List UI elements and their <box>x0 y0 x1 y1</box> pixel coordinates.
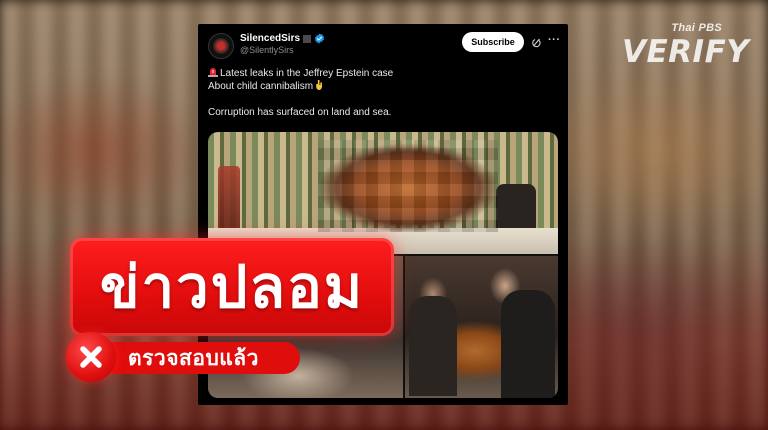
avatar[interactable] <box>208 33 234 59</box>
verified-pill: ตรวจสอบแล้ว <box>110 342 300 374</box>
fake-news-banner: ข่าวปลอม <box>70 238 394 336</box>
fake-news-headline: ข่าวปลอม <box>99 253 365 321</box>
tweet-line-2: About child cannibalism <box>208 80 558 93</box>
tweet-line-1: Latest leaks in the Jeffrey Epstein case <box>208 67 558 80</box>
logo-small-text: Thai PBS <box>671 22 722 34</box>
more-icon[interactable]: ··· <box>548 34 561 46</box>
pixelated-censor <box>318 140 498 232</box>
verified-label: ตรวจสอบแล้ว <box>128 345 259 370</box>
wine-bottle-shape <box>218 166 240 236</box>
police-light-icon <box>208 68 218 77</box>
tweet-line-2-text: About child cannibalism <box>208 81 314 92</box>
tweet-line-3: Corruption has surfaced on land and sea. <box>208 106 558 119</box>
thaipbs-verify-logo: Thai PBS VERIFY <box>622 20 749 72</box>
dark-object-shape <box>496 184 536 234</box>
tweet-text: Latest leaks in the Jeffrey Epstein case… <box>208 67 558 119</box>
x-mark-icon <box>66 332 116 382</box>
person-shape-right <box>501 290 555 398</box>
subscribe-button[interactable]: Subscribe <box>462 32 524 52</box>
verdict-row: ตรวจสอบแล้ว <box>66 332 306 382</box>
pointing-down-icon <box>316 80 323 90</box>
x-mark-glyph <box>80 346 102 368</box>
author-handle[interactable]: @SilentlySirs <box>240 45 294 55</box>
person-shape-left <box>409 296 457 396</box>
verified-badge-icon <box>314 33 325 44</box>
author-name-row[interactable]: SilencedSirs <box>240 33 325 44</box>
logo-big-text: VERIFY <box>622 34 750 70</box>
display-name[interactable]: SilencedSirs <box>240 33 300 44</box>
media-image-top[interactable] <box>208 132 558 254</box>
tweet-line-1-text: Latest leaks in the Jeffrey Epstein case <box>220 68 394 79</box>
tweet-line-3-text: Corruption has surfaced on land and sea. <box>208 107 392 118</box>
media-image-bottom-right[interactable] <box>405 256 558 398</box>
grok-icon[interactable] <box>531 37 542 48</box>
name-flag-icon <box>303 34 312 43</box>
